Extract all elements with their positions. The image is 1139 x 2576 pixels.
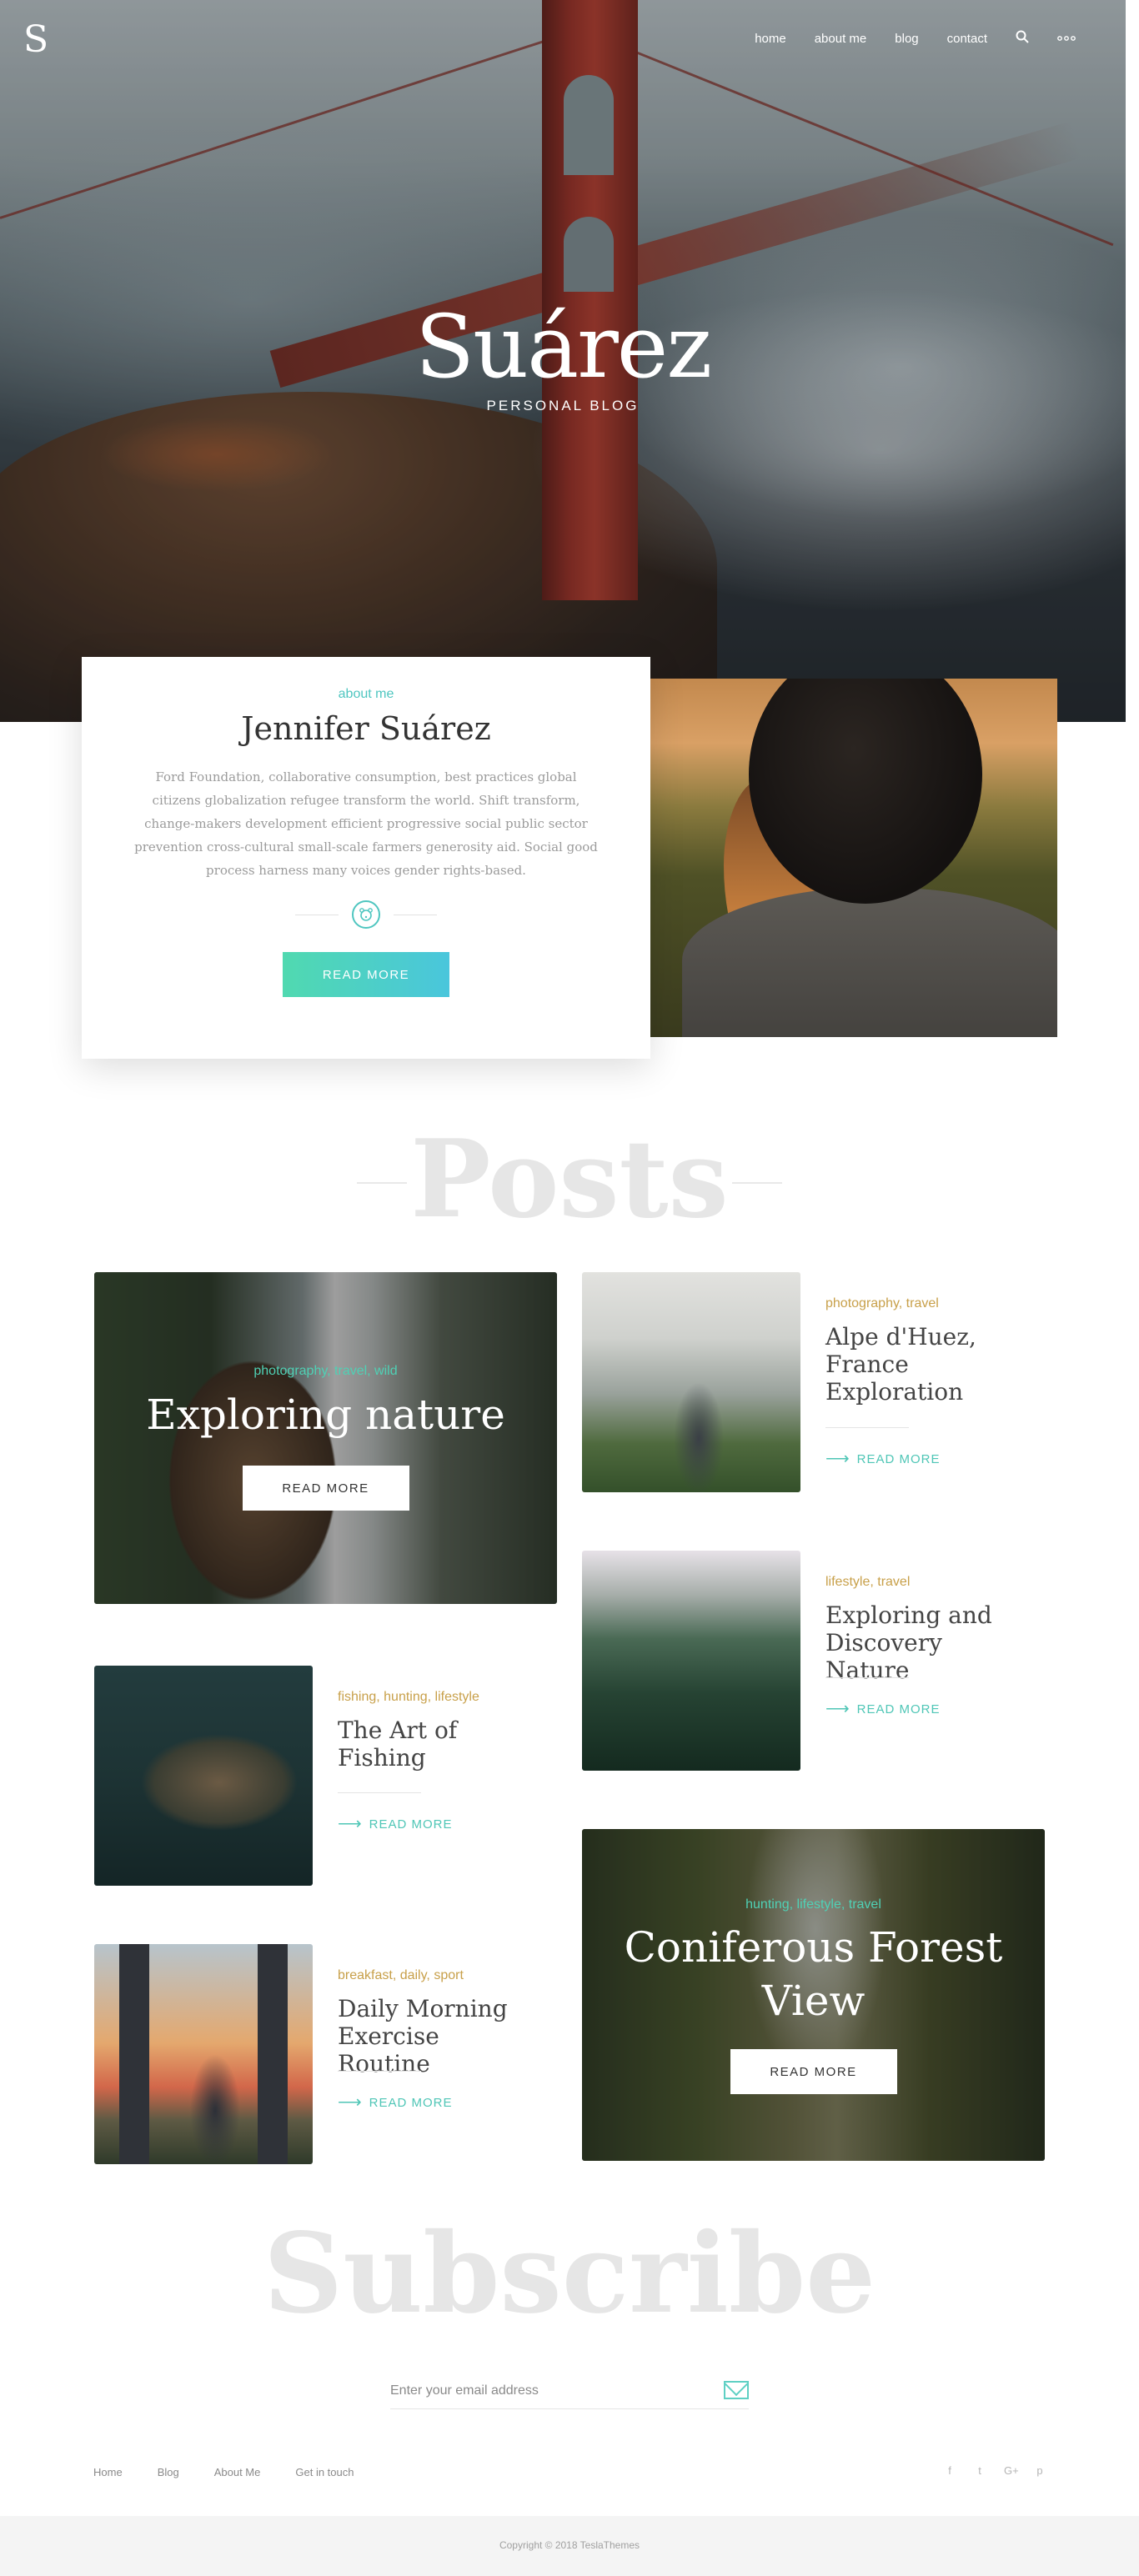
- arrow-right-icon: ⟶: [825, 1450, 850, 1468]
- post-card-coniferous-forest[interactable]: hunting, lifestyle, travel Coniferous Fo…: [582, 1829, 1045, 2161]
- about-name: Jennifer Suárez: [241, 710, 491, 747]
- nav-contact[interactable]: contact: [947, 32, 987, 46]
- copyright-text: Copyright © 2018 TeslaThemes: [499, 2539, 640, 2551]
- footer-bottom: Copyright © 2018 TeslaThemes: [0, 2516, 1139, 2576]
- read-more-link[interactable]: ⟶ READ MORE: [338, 1816, 453, 1832]
- nav-blog[interactable]: blog: [895, 32, 918, 46]
- hero-title: Suárez: [414, 296, 712, 398]
- footer-social: f t G+ p: [944, 2464, 1046, 2477]
- google-plus-icon[interactable]: G+: [1004, 2464, 1019, 2477]
- posts-heading: Posts: [410, 1117, 729, 1242]
- search-icon[interactable]: [1016, 30, 1029, 47]
- nav-about-me[interactable]: about me: [815, 32, 867, 46]
- post-card-exploring-nature[interactable]: photography, travel, wild Exploring natu…: [94, 1272, 557, 1604]
- post-categories[interactable]: photography, travel, wild: [94, 1364, 557, 1379]
- read-more-button[interactable]: READ MORE: [242, 1466, 409, 1511]
- twitter-icon[interactable]: t: [974, 2464, 986, 2477]
- footer-link-about[interactable]: About Me: [214, 2466, 261, 2478]
- post-title[interactable]: The Art of Fishing: [338, 1716, 529, 1772]
- heading-line-right: [732, 1182, 782, 1184]
- read-more-link[interactable]: ⟶ READ MORE: [338, 2094, 453, 2111]
- subscribe-heading: Subscribe: [263, 2209, 876, 2338]
- site-logo[interactable]: S: [23, 18, 48, 61]
- nav-home[interactable]: home: [755, 32, 786, 46]
- read-more-button[interactable]: READ MORE: [730, 2049, 897, 2094]
- pinterest-icon[interactable]: p: [1034, 2464, 1046, 2477]
- arrow-right-icon: ⟶: [338, 1815, 363, 1833]
- read-more-link[interactable]: ⟶ READ MORE: [825, 1701, 941, 1717]
- post-categories[interactable]: fishing, hunting, lifestyle: [338, 1690, 479, 1705]
- about-read-more-button[interactable]: READ MORE: [283, 952, 449, 997]
- post-title[interactable]: Exploring and Discovery Nature: [825, 1601, 1017, 1684]
- post-title[interactable]: Alpe d'Huez, France Exploration: [825, 1323, 1017, 1406]
- heading-line-left: [357, 1182, 407, 1184]
- envelope-icon[interactable]: [724, 2381, 749, 2399]
- post-categories[interactable]: hunting, lifestyle, travel: [582, 1897, 1045, 1912]
- footer-link-contact[interactable]: Get in touch: [295, 2466, 354, 2478]
- bear-icon: [352, 900, 380, 929]
- post-categories[interactable]: lifestyle, travel: [825, 1575, 910, 1590]
- post-title[interactable]: Daily Morning Exercise Routine: [338, 1995, 538, 2077]
- post-title[interactable]: Exploring nature: [94, 1391, 557, 1439]
- post-image-discovery-nature[interactable]: [582, 1551, 800, 1771]
- subscribe-form: [390, 2374, 749, 2409]
- post-title[interactable]: Coniferous Forest View: [582, 1921, 1045, 2027]
- about-divider: [295, 900, 437, 929]
- footer-nav: Home Blog About Me Get in touch: [93, 2466, 354, 2478]
- post-categories[interactable]: breakfast, daily, sport: [338, 1968, 464, 1983]
- arrow-right-icon: ⟶: [825, 1700, 850, 1718]
- facebook-icon[interactable]: f: [944, 2464, 956, 2477]
- hero-subtitle: PERSONAL BLOG: [486, 398, 640, 413]
- post-image-art-of-fishing[interactable]: [94, 1666, 313, 1886]
- main-nav: home about me blog contact: [755, 30, 1076, 47]
- email-input[interactable]: [390, 2374, 707, 2408]
- post-image-alpe-dhuez[interactable]: [582, 1272, 800, 1492]
- arrow-right-icon: ⟶: [338, 2093, 363, 2112]
- about-label: about me: [338, 687, 394, 701]
- read-more-link[interactable]: ⟶ READ MORE: [825, 1451, 941, 1467]
- post-image-morning-exercise[interactable]: [94, 1944, 313, 2164]
- post-categories[interactable]: photography, travel: [825, 1296, 939, 1311]
- about-photo: [649, 679, 1057, 1037]
- footer-link-blog[interactable]: Blog: [158, 2466, 179, 2478]
- about-text: Ford Foundation, collaborative consumpti…: [134, 769, 598, 878]
- hero-section: S home about me blog contact Suárez PERS…: [0, 0, 1126, 722]
- about-card: about me Jennifer Suárez Ford Foundation…: [82, 657, 650, 1059]
- footer-link-home[interactable]: Home: [93, 2466, 123, 2478]
- more-dots-icon[interactable]: [1057, 32, 1076, 45]
